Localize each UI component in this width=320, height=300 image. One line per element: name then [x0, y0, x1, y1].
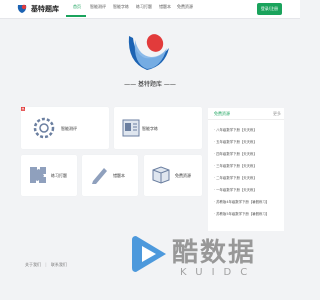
top-navigation-bar: 基特题库 首页 智能测评 智能字练 练习打题 错题本 免费资源 登录/注册 — [0, 0, 300, 19]
footer-links: 关于我们 | 联系我们 — [25, 262, 67, 268]
resource-link[interactable]: · 四年级数学下册【天天练】 — [214, 151, 257, 156]
nav-exercise[interactable]: 练习打题 — [136, 4, 152, 10]
pencil-icon — [92, 168, 107, 184]
card-label: 智能测评 — [61, 126, 77, 131]
hero-logo-icon — [128, 34, 169, 70]
nav-home[interactable]: 首页 — [73, 4, 81, 10]
card-smart-assessment[interactable]: 智能测评 — [21, 107, 109, 149]
footer-divider: | — [45, 262, 47, 267]
puzzle-icon — [30, 167, 46, 183]
card-label: 错题本 — [113, 173, 125, 178]
active-nav-indicator — [66, 15, 86, 17]
card-wrong-questions[interactable]: 错题本 — [82, 155, 138, 196]
panel-title: 免费资源 — [214, 111, 230, 116]
card-smart-practice[interactable]: 智能字练 — [114, 107, 202, 149]
nav-wrong-questions[interactable]: 错题本 — [159, 4, 171, 10]
brand-logo-icon — [17, 4, 27, 13]
resource-link[interactable]: · 八年级数学下册【天天练】 — [214, 127, 257, 132]
panel-header: 免费资源 更多 — [208, 108, 284, 120]
footer-about-link[interactable]: 关于我们 — [25, 262, 41, 267]
nav-free-resources[interactable]: 免费资源 — [177, 4, 193, 10]
footer-contact-link[interactable]: 联系我们 — [51, 262, 67, 267]
hot-badge: 热 — [21, 107, 25, 111]
play-icon — [132, 236, 166, 272]
more-link[interactable]: 更多 — [273, 111, 281, 117]
box-icon — [152, 166, 170, 184]
card-label: 智能字练 — [142, 126, 158, 131]
login-register-button[interactable]: 登录/注册 — [257, 3, 282, 15]
resource-link[interactable]: · 三年级数学下册【天天练】 — [214, 163, 257, 168]
card-label: 练习打题 — [51, 173, 67, 178]
resource-link[interactable]: · 一年级数学下册【天天练】 — [214, 187, 257, 192]
watermark-text: 酷数据 — [172, 238, 257, 268]
free-resources-panel: 免费资源 更多 · 八年级数学下册【天天练】 · 五年级数学下册【天天练】 · … — [208, 108, 284, 231]
resource-link[interactable]: · 五年级数学下册【天天练】 — [214, 139, 257, 144]
resource-link[interactable]: · 苏教版5年级数学下册【暑假练习】 — [214, 211, 269, 216]
book-icon — [122, 119, 140, 137]
watermark-subtext: KUIDC — [180, 267, 257, 278]
card-label: 免费资源 — [175, 173, 191, 178]
nav-smart-practice[interactable]: 智能字练 — [113, 4, 129, 10]
watermark: 酷数据 KUIDC — [130, 228, 290, 293]
card-exercise[interactable]: 练习打题 — [21, 155, 77, 196]
resource-link[interactable]: · 苏教版4年级数学下册【暑假练习】 — [214, 199, 269, 204]
card-free-resources[interactable]: 免费资源 — [144, 155, 202, 196]
hero-title: —— 基特题库 —— — [124, 81, 176, 88]
nav-smart-assessment[interactable]: 智能测评 — [90, 4, 106, 10]
brand-name: 基特题库 — [31, 5, 59, 13]
resource-link[interactable]: · 二年级数学下册【天天练】 — [214, 175, 257, 180]
gear-icon — [33, 117, 55, 139]
